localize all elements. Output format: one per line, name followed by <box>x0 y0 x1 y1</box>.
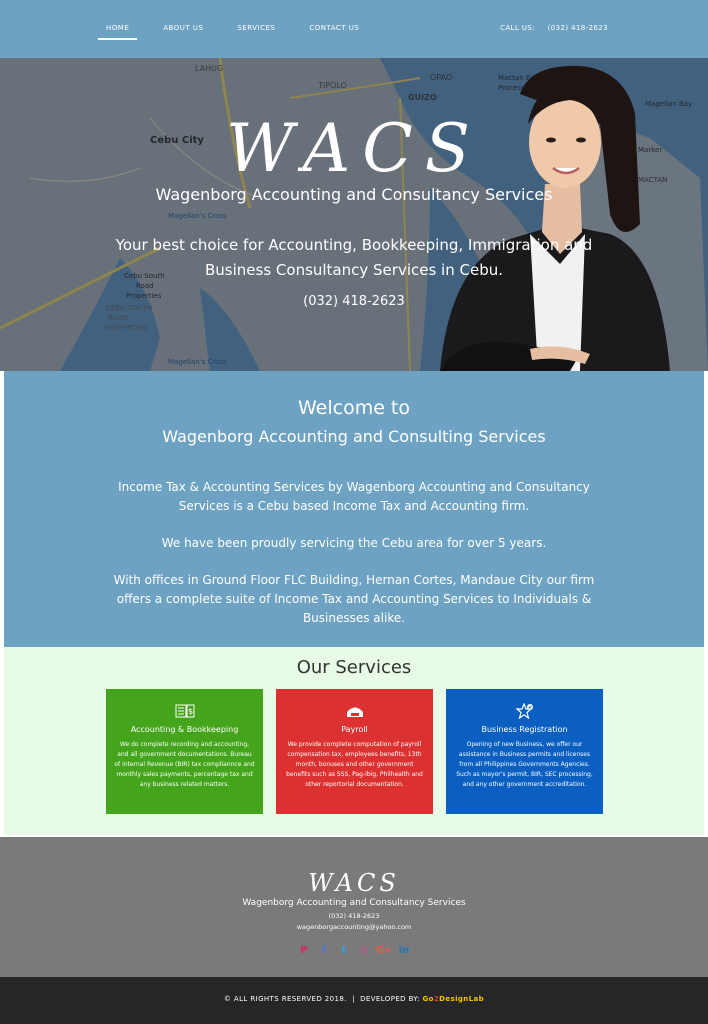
footer-company-name: Wagenborg Accounting and Consultancy Ser… <box>242 898 466 908</box>
hero-tagline: Your best choice for Accounting, Bookkee… <box>115 236 593 279</box>
svg-text:$: $ <box>187 707 192 716</box>
ledger-icon: $ <box>175 704 194 718</box>
nav-home[interactable]: HOME <box>98 20 138 40</box>
hero-banner: LAHUG TIPOLO GUIZO OPAO Cebu City Magell… <box>0 58 708 371</box>
footer-phone[interactable]: (032) 418-2623 <box>0 912 708 920</box>
top-nav: HOME ABOUT US SERVICES CONTACT US CALL U… <box>0 0 708 58</box>
services-section: Our Services $ Accounting & Bookkeeping … <box>4 647 704 835</box>
linkedin-icon[interactable]: in <box>394 945 414 956</box>
footer-logo: WACS <box>308 869 400 897</box>
nav-contact-us[interactable]: CONTACT US <box>301 20 367 40</box>
service-description: Opening of new Business, we offer our as… <box>456 741 593 788</box>
welcome-heading: Welcome to <box>297 397 411 419</box>
nav-services[interactable]: SERVICES <box>229 20 283 40</box>
service-card-business-registration[interactable]: Business Registration Opening of new Bus… <box>446 689 603 814</box>
hero-logo: WACS <box>226 110 482 187</box>
hero-phone[interactable]: (032) 418-2623 <box>0 294 708 309</box>
instagram-icon[interactable]: ◎ <box>354 945 374 956</box>
service-description: We do complete recording and accounting,… <box>114 741 255 788</box>
service-title: Payroll <box>341 725 368 734</box>
social-links: P f t ◎ G+ in <box>294 945 414 956</box>
service-card-accounting[interactable]: $ Accounting & Bookkeeping We do complet… <box>106 689 263 814</box>
service-title: Accounting & Bookkeeping <box>130 725 239 734</box>
call-label: CALL US: <box>500 24 535 32</box>
hero-subtitle: Wagenborg Accounting and Consultancy Ser… <box>155 185 553 204</box>
developed-by-label: DEVELOPED BY: <box>360 995 420 1003</box>
rights-text: © ALL RIGHTS RESERVED 2018. <box>223 995 347 1003</box>
nav-links: HOME ABOUT US SERVICES CONTACT US <box>98 20 385 40</box>
separator: | <box>352 995 355 1003</box>
services-heading: Our Services <box>296 657 412 678</box>
welcome-subheading: Wagenborg Accounting and Consulting Serv… <box>162 427 546 446</box>
copyright-text: © ALL RIGHTS RESERVED 2018. | DEVELOPED … <box>0 995 708 1003</box>
nav-about-us[interactable]: ABOUT US <box>155 20 211 40</box>
copyright-bar: © ALL RIGHTS RESERVED 2018. | DEVELOPED … <box>0 977 708 1024</box>
service-description: We provide complete computation of payro… <box>286 741 423 788</box>
developer-brand-link[interactable]: Go2DesignLab <box>423 995 485 1003</box>
welcome-paragraph-1: Income Tax & Accounting Services by Wage… <box>118 480 590 513</box>
pinterest-icon[interactable]: P <box>294 945 314 956</box>
brand-part-a: Go <box>422 995 434 1003</box>
footer-email[interactable]: wagenborgaccounting@yahoo.com <box>0 923 708 931</box>
call-phone-link[interactable]: (032) 418-2623 <box>548 24 608 32</box>
welcome-section: Welcome to Wagenborg Accounting and Cons… <box>4 371 704 647</box>
welcome-paragraph-2: We have been proudly servicing the Cebu … <box>161 536 547 550</box>
google-plus-icon[interactable]: G+ <box>374 945 394 956</box>
service-card-payroll[interactable]: Payroll We provide complete computation … <box>276 689 433 814</box>
brand-part-c: DesignLab <box>439 995 485 1003</box>
facebook-icon[interactable]: f <box>314 945 334 956</box>
service-title: Business Registration <box>481 725 568 734</box>
footer: WACS Wagenborg Accounting and Consultanc… <box>0 837 708 977</box>
star-badge-icon <box>514 703 533 719</box>
nav-call: CALL US: (032) 418-2623 <box>500 24 608 32</box>
payroll-icon <box>346 707 363 717</box>
welcome-paragraph-3: With offices in Ground Floor FLC Buildin… <box>113 573 595 625</box>
twitter-icon[interactable]: t <box>334 945 354 956</box>
